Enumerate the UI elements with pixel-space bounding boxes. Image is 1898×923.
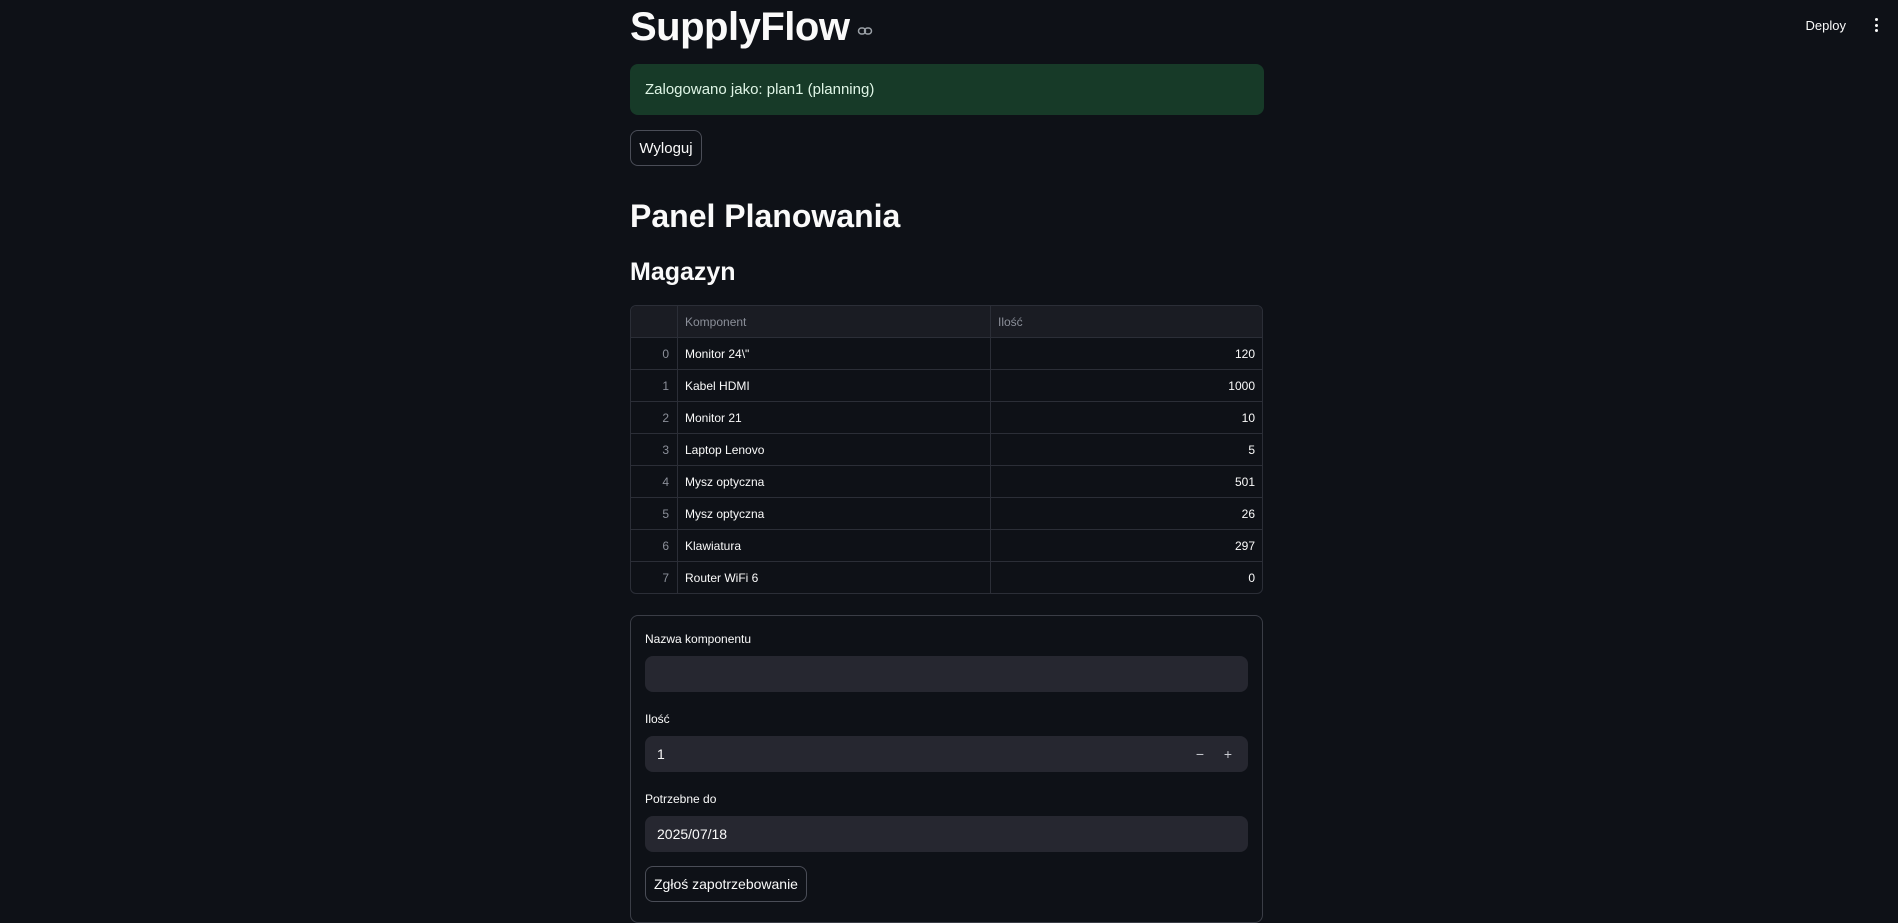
link-icon[interactable] — [857, 23, 873, 39]
row-index: 5 — [631, 497, 678, 530]
cell-quantity[interactable]: 26 — [990, 497, 1262, 530]
app-title: SupplyFlow — [630, 5, 850, 49]
cell-component[interactable]: Monitor 24\" — [677, 337, 991, 370]
cell-component[interactable]: Mysz optyczna — [677, 465, 991, 498]
cell-quantity[interactable]: 0 — [991, 562, 1263, 594]
table-header-row: Komponent Ilość — [631, 306, 1262, 338]
cell-component[interactable]: Laptop Lenovo — [677, 433, 991, 466]
cell-quantity[interactable]: 1000 — [990, 369, 1262, 402]
row-index: 0 — [631, 337, 678, 370]
component-name-label: Nazwa komponentu — [645, 632, 752, 646]
component-name-field[interactable] — [645, 656, 1248, 692]
login-status-alert: Zalogowano jako: plan1 (planning) — [630, 64, 1264, 115]
table-row[interactable]: 4 Mysz optyczna 501 — [631, 465, 1262, 498]
table-row[interactable]: 0 Monitor 24\" 120 — [631, 337, 1262, 370]
cell-quantity[interactable]: 297 — [990, 529, 1262, 562]
page-title: Panel Planowania — [630, 198, 901, 234]
row-index: 3 — [631, 433, 678, 466]
cell-quantity[interactable]: 120 — [990, 337, 1262, 370]
main-content: SupplyFlow Zalogowano jako: plan1 (plann… — [630, 0, 1264, 923]
due-date-value[interactable]: 2025/07/18 — [657, 826, 727, 842]
component-name-input[interactable] — [657, 665, 1236, 683]
cell-component[interactable]: Mysz optyczna — [677, 497, 991, 530]
increment-button[interactable]: + — [1220, 746, 1236, 762]
table-row[interactable]: 5 Mysz optyczna 26 — [631, 497, 1262, 530]
row-index: 4 — [631, 465, 678, 498]
cell-quantity[interactable]: 501 — [990, 465, 1262, 498]
cell-quantity[interactable]: 10 — [990, 401, 1262, 434]
logout-button[interactable]: Wyloguj — [630, 130, 702, 166]
row-index: 7 — [631, 561, 678, 593]
table-row[interactable]: 1 Kabel HDMI 1000 — [631, 369, 1262, 402]
title-row: SupplyFlow — [630, 4, 1264, 50]
cell-component[interactable]: Monitor 21 — [677, 401, 991, 434]
index-column-header — [631, 306, 678, 338]
quantity-stepper[interactable]: 1 − + — [645, 736, 1248, 772]
main-menu-icon[interactable] — [1868, 15, 1884, 35]
column-header-quantity[interactable]: Ilość — [990, 306, 1262, 338]
due-date-label: Potrzebne do — [645, 792, 717, 806]
cell-component[interactable]: Kabel HDMI — [677, 369, 991, 402]
deploy-button[interactable]: Deploy — [1798, 14, 1854, 37]
row-index: 2 — [631, 401, 678, 434]
table-row[interactable]: 6 Klawiatura 297 — [631, 529, 1262, 562]
table-row[interactable]: 7 Router WiFi 6 0 — [631, 561, 1263, 594]
cell-quantity[interactable]: 5 — [990, 433, 1262, 466]
request-form: Nazwa komponentu Ilość 1 − + Potrzebne d… — [630, 615, 1263, 923]
quantity-label: Ilość — [645, 712, 670, 726]
quantity-value[interactable]: 1 — [657, 746, 665, 762]
cell-component[interactable]: Klawiatura — [677, 529, 991, 562]
row-index: 1 — [631, 369, 678, 402]
top-toolbar: Deploy — [1798, 0, 1898, 50]
inventory-table[interactable]: Komponent Ilość 0 Monitor 24\" 120 1 Kab… — [630, 305, 1263, 594]
section-title-warehouse: Magazyn — [630, 258, 736, 286]
decrement-button[interactable]: − — [1192, 746, 1208, 762]
table-row[interactable]: 2 Monitor 21 10 — [631, 401, 1262, 434]
submit-request-button[interactable]: Zgłoś zapotrzebowanie — [645, 866, 807, 902]
due-date-input[interactable]: 2025/07/18 — [645, 816, 1248, 852]
table-row[interactable]: 3 Laptop Lenovo 5 — [631, 433, 1262, 466]
cell-component[interactable]: Router WiFi 6 — [677, 561, 991, 593]
row-index: 6 — [631, 529, 678, 562]
login-status-text: Zalogowano jako: plan1 (planning) — [645, 81, 875, 98]
column-header-component[interactable]: Komponent — [677, 306, 991, 338]
